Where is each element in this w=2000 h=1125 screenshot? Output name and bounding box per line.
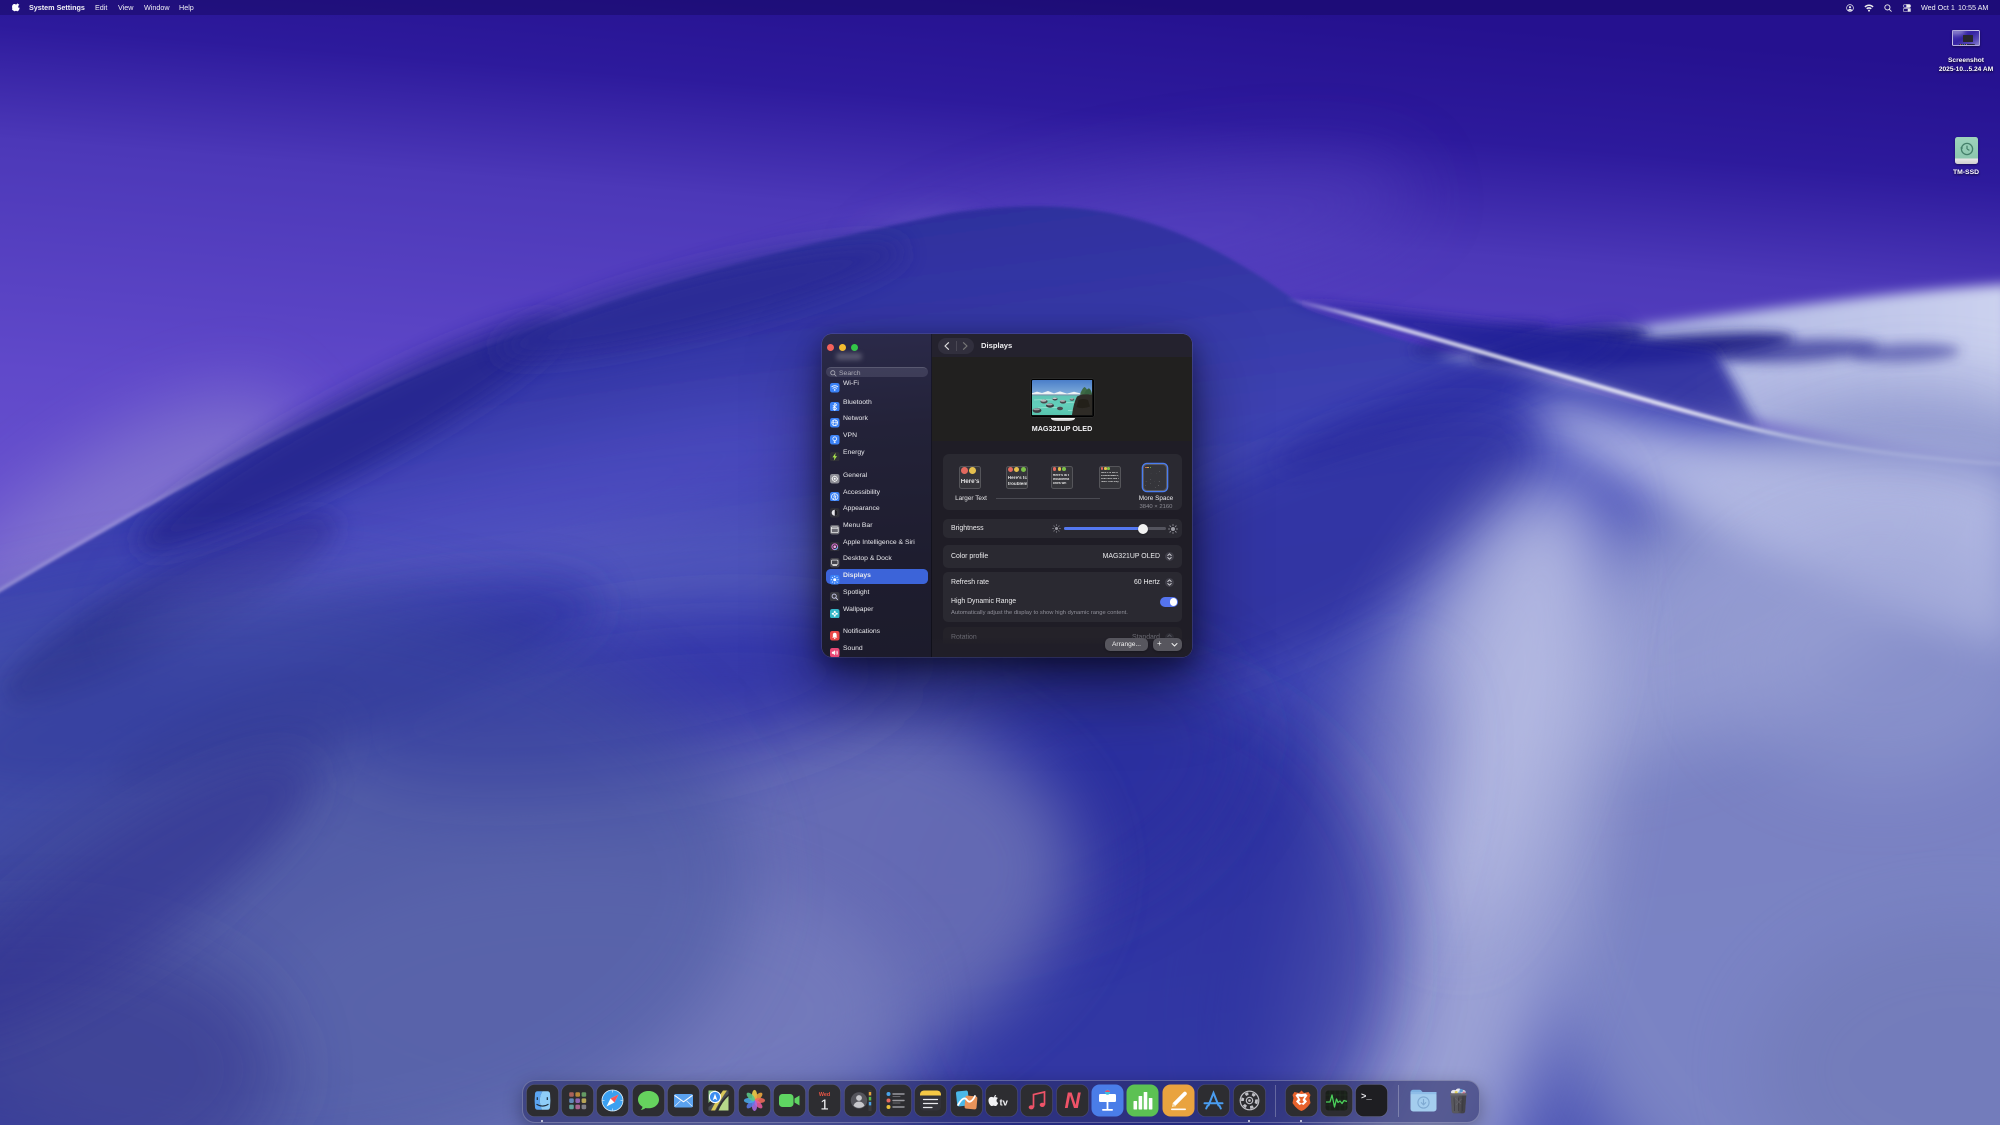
svg-text:1: 1 (821, 1097, 829, 1114)
svg-text:tv: tv (1000, 1098, 1009, 1109)
svg-text:N: N (1064, 1088, 1081, 1113)
svg-text:>_: >_ (1361, 1092, 1372, 1102)
